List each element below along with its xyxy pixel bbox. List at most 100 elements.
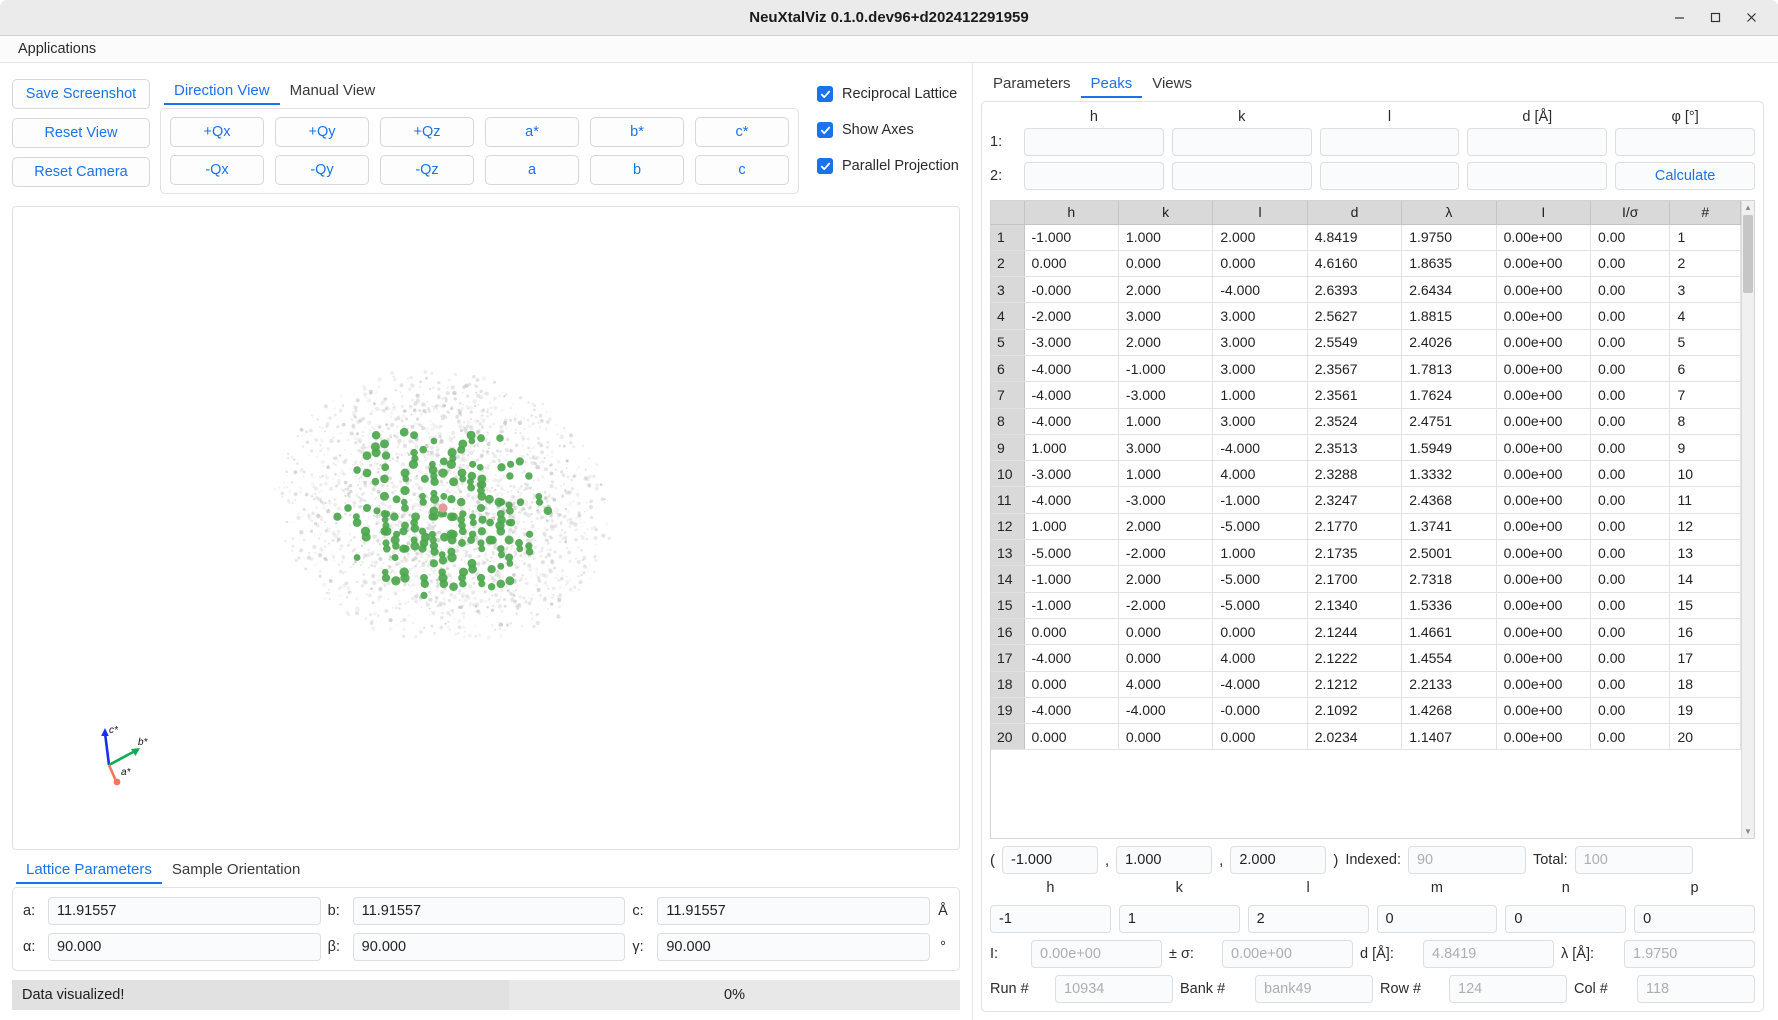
table-cell[interactable]: -3.000 [1024, 461, 1118, 487]
modulation-input-h[interactable] [990, 905, 1111, 933]
table-cell[interactable]: 4 [1670, 303, 1741, 329]
table-cell[interactable]: 0.00 [1591, 224, 1670, 250]
table-cell[interactable]: 0.000 [1213, 618, 1307, 644]
selected-l-input[interactable] [1230, 846, 1326, 874]
table-cell[interactable]: 0.00 [1591, 434, 1670, 460]
table-cell[interactable]: 0.00 [1591, 566, 1670, 592]
direction-button-minus-qx[interactable]: -Qx [170, 155, 264, 185]
table-cell[interactable]: 2.3524 [1307, 408, 1401, 434]
table-cell[interactable]: 0.00e+00 [1496, 355, 1590, 381]
tab-peaks[interactable]: Peaks [1081, 73, 1143, 98]
peaks-table-col-header[interactable]: I/σ [1591, 201, 1670, 224]
direction-button-plus-qx[interactable]: +Qx [170, 117, 264, 147]
table-cell[interactable]: -2.000 [1118, 540, 1212, 566]
table-cell[interactable]: -4.000 [1024, 645, 1118, 671]
table-cell[interactable]: -4.000 [1024, 487, 1118, 513]
selected-k-input[interactable] [1116, 846, 1212, 874]
table-row[interactable]: 20.0000.0000.0004.61601.86350.00e+000.00… [991, 250, 1741, 276]
reset-camera-button[interactable]: Reset Camera [12, 157, 150, 187]
lattice-input-gamma[interactable] [657, 933, 930, 961]
modulation-input-k[interactable] [1119, 905, 1240, 933]
close-icon[interactable] [1738, 5, 1764, 31]
table-row-index[interactable]: 6 [991, 355, 1024, 381]
table-cell[interactable]: 1.000 [1118, 408, 1212, 434]
table-row[interactable]: 19-4.000-4.000-0.0002.10921.42680.00e+00… [991, 697, 1741, 723]
table-cell[interactable]: 2.3567 [1307, 355, 1401, 381]
table-cell[interactable]: 0.00 [1591, 513, 1670, 539]
table-cell[interactable]: 0.00 [1591, 461, 1670, 487]
table-row[interactable]: 14-1.0002.000-5.0002.17002.73180.00e+000… [991, 566, 1741, 592]
table-cell[interactable]: -5.000 [1213, 566, 1307, 592]
table-cell[interactable]: 0.00e+00 [1496, 224, 1590, 250]
table-cell[interactable]: -4.000 [1024, 355, 1118, 381]
save-screenshot-button[interactable]: Save Screenshot [12, 79, 150, 109]
table-cell[interactable]: 0.000 [1118, 618, 1212, 644]
table-cell[interactable]: -1.000 [1024, 592, 1118, 618]
table-row-index[interactable]: 7 [991, 382, 1024, 408]
table-cell[interactable]: 3.000 [1118, 303, 1212, 329]
calculator-row-1-k-input[interactable] [1172, 128, 1312, 156]
table-cell[interactable]: 2.2133 [1402, 671, 1496, 697]
table-cell[interactable]: 2.000 [1118, 329, 1212, 355]
peaks-table-col-header[interactable]: d [1307, 201, 1401, 224]
table-row[interactable]: 15-1.000-2.000-5.0002.13401.53360.00e+00… [991, 592, 1741, 618]
table-cell[interactable]: 1.000 [1118, 224, 1212, 250]
table-cell[interactable]: 4.8419 [1307, 224, 1401, 250]
direction-button-b-star[interactable]: b* [590, 117, 684, 147]
table-row[interactable]: 4-2.0003.0003.0002.56271.88150.00e+000.0… [991, 303, 1741, 329]
table-row[interactable]: 160.0000.0000.0002.12441.46610.00e+000.0… [991, 618, 1741, 644]
table-cell[interactable]: 20 [1670, 724, 1741, 750]
table-cell[interactable]: -2.000 [1118, 592, 1212, 618]
table-cell[interactable]: 2.5627 [1307, 303, 1401, 329]
table-row[interactable]: 17-4.0000.0004.0002.12221.45540.00e+000.… [991, 645, 1741, 671]
table-cell[interactable]: -3.000 [1024, 329, 1118, 355]
tab-lattice-parameters[interactable]: Lattice Parameters [16, 859, 162, 884]
table-cell[interactable]: 17 [1670, 645, 1741, 671]
table-cell[interactable]: 0.000 [1213, 724, 1307, 750]
table-cell[interactable]: 0.00e+00 [1496, 277, 1590, 303]
table-cell[interactable]: -4.000 [1024, 382, 1118, 408]
table-cell[interactable]: 2 [1670, 250, 1741, 276]
table-cell[interactable]: 0.00e+00 [1496, 487, 1590, 513]
table-cell[interactable]: 2.3561 [1307, 382, 1401, 408]
table-cell[interactable]: 3.000 [1213, 329, 1307, 355]
table-row-index[interactable]: 2 [991, 250, 1024, 276]
table-cell[interactable]: 2.1244 [1307, 618, 1401, 644]
table-row-index[interactable]: 19 [991, 697, 1024, 723]
table-cell[interactable]: 2.1212 [1307, 671, 1401, 697]
tab-parameters[interactable]: Parameters [983, 73, 1081, 98]
table-cell[interactable]: 2.0234 [1307, 724, 1401, 750]
table-cell[interactable]: -3.000 [1118, 487, 1212, 513]
table-row[interactable]: 7-4.000-3.0001.0002.35611.76240.00e+000.… [991, 382, 1741, 408]
table-cell[interactable]: 3.000 [1213, 408, 1307, 434]
table-row-index[interactable]: 1 [991, 224, 1024, 250]
table-row-index[interactable]: 11 [991, 487, 1024, 513]
direction-button-b[interactable]: b [590, 155, 684, 185]
table-cell[interactable]: 0.00e+00 [1496, 250, 1590, 276]
table-row-index[interactable]: 5 [991, 329, 1024, 355]
calculate-button[interactable]: Calculate [1615, 162, 1755, 190]
table-cell[interactable]: 0.00 [1591, 592, 1670, 618]
table-cell[interactable]: 0.00e+00 [1496, 434, 1590, 460]
table-cell[interactable]: -1.000 [1024, 566, 1118, 592]
table-row[interactable]: 180.0004.000-4.0002.12122.21330.00e+000.… [991, 671, 1741, 697]
peaks-table-col-header[interactable] [991, 201, 1024, 224]
table-cell[interactable]: 1.3741 [1402, 513, 1496, 539]
table-cell[interactable]: 0.000 [1024, 618, 1118, 644]
table-cell[interactable]: 0.00 [1591, 618, 1670, 644]
table-cell[interactable]: -3.000 [1118, 382, 1212, 408]
table-row-index[interactable]: 18 [991, 671, 1024, 697]
table-row-index[interactable]: 10 [991, 461, 1024, 487]
modulation-input-n[interactable] [1505, 905, 1626, 933]
table-cell[interactable]: -5.000 [1024, 540, 1118, 566]
calculator-row-1-l-input[interactable] [1320, 128, 1460, 156]
maximize-icon[interactable] [1702, 5, 1728, 31]
table-row[interactable]: 10-3.0001.0004.0002.32881.33320.00e+000.… [991, 461, 1741, 487]
table-row[interactable]: 8-4.0001.0003.0002.35242.47510.00e+000.0… [991, 408, 1741, 434]
table-row[interactable]: 1-1.0001.0002.0004.84191.97500.00e+000.0… [991, 224, 1741, 250]
table-cell[interactable]: 0.00e+00 [1496, 540, 1590, 566]
table-cell[interactable]: 2.5001 [1402, 540, 1496, 566]
table-cell[interactable]: 1.000 [1213, 382, 1307, 408]
peaks-table-col-header[interactable]: λ [1402, 201, 1496, 224]
table-cell[interactable]: 1 [1670, 224, 1741, 250]
